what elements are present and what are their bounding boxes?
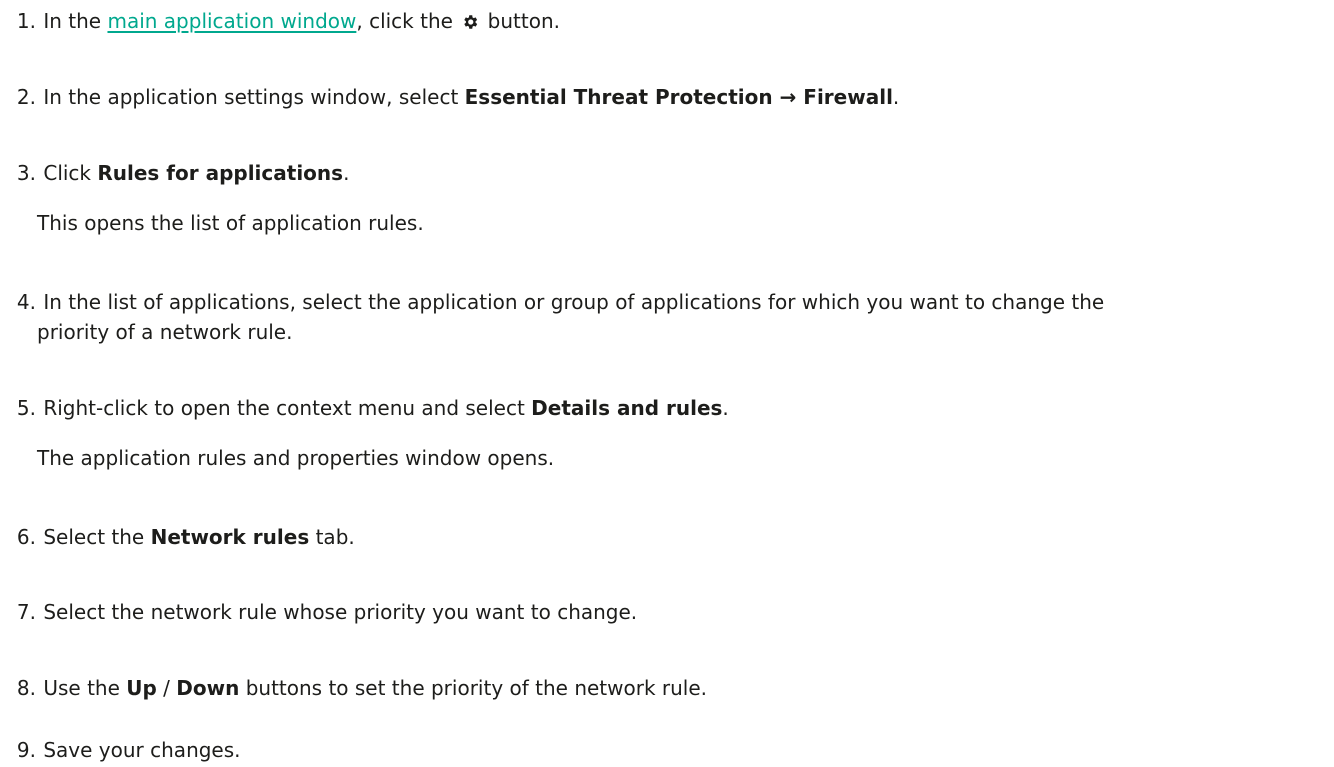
step-6: 6. Select the Network rules tab. <box>0 522 355 552</box>
step-8: 8. Use the Up / Down buttons to set the … <box>0 673 707 703</box>
step-number: 7. <box>16 600 36 624</box>
step-number: 6. <box>16 525 36 549</box>
step-number: 2. <box>16 85 36 109</box>
instruction-page: 1. In the main application window, click… <box>0 0 1334 767</box>
step-number: 4. <box>16 290 36 314</box>
step-number: 8. <box>16 676 36 700</box>
step-3: 3. Click Rules for applications. <box>0 158 350 188</box>
step-7: 7. Select the network rule whose priorit… <box>0 597 637 627</box>
step-number: 9. <box>16 738 36 762</box>
step-number: 1. <box>16 9 36 33</box>
step-5-note: The application rules and properties win… <box>37 446 555 470</box>
step-number: 5. <box>16 396 36 420</box>
step-3-note: This opens the list of application rules… <box>37 211 424 235</box>
ui-label-up: Up <box>126 676 157 700</box>
ui-label: Details and rules <box>531 396 723 420</box>
menu-path: Essential Threat Protection → Firewall <box>464 85 893 109</box>
step-5: 5. Right-click to open the context menu … <box>0 393 729 423</box>
step-2: 2. In the application settings window, s… <box>0 82 899 112</box>
step-1: 1. In the main application window, click… <box>0 6 560 36</box>
step-number: 3. <box>16 161 36 185</box>
step-9: 9. Save your changes. <box>0 735 241 765</box>
ui-label: Network rules <box>150 525 310 549</box>
ui-label-down: Down <box>176 676 240 700</box>
gear-icon <box>464 15 478 29</box>
main-application-window-link[interactable]: main application window <box>107 9 356 33</box>
step-4: 4. In the list of applications, select t… <box>0 287 1104 347</box>
ui-label: Rules for applications <box>97 161 344 185</box>
